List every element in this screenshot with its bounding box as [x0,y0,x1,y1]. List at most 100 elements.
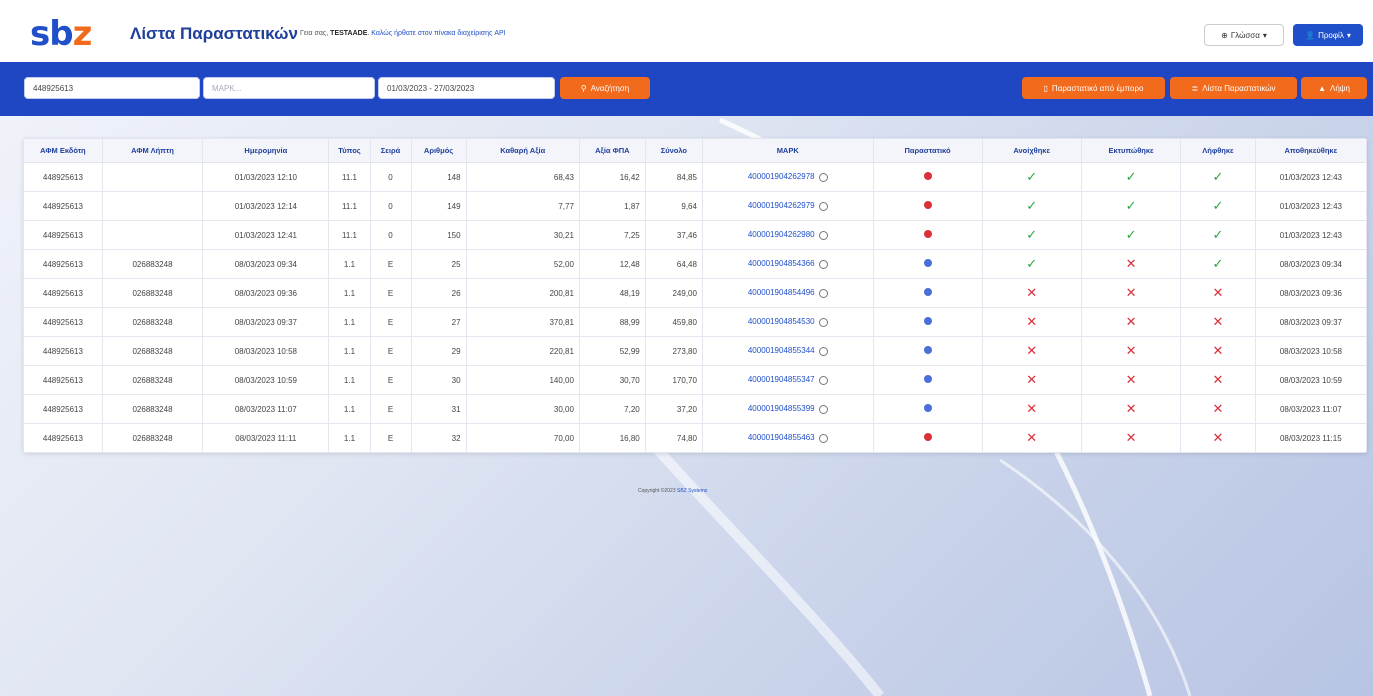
mark-link[interactable]: 400001904854530 [748,317,815,326]
check-icon: ✓ [1026,169,1038,184]
table-row[interactable]: 448925613 026883248 08/03/2023 10:58 1.1 E 29… [23,336,1367,366]
document-cell[interactable] [872,278,983,308]
mark-cell[interactable]: 400001904854496 [701,278,874,308]
series-cell: 0 [369,220,412,250]
mark-cell[interactable]: 400001904854366 [701,249,874,279]
company-link[interactable]: SBZ Systems [677,488,707,494]
mark-cell[interactable]: 400001904855463 [701,423,874,453]
mark-link[interactable]: 400001904854366 [748,259,815,268]
invoice-list-button[interactable]: ≣ Λίστα Παραστατικών [1170,77,1297,99]
view-document-icon[interactable] [923,172,932,180]
table-row[interactable]: 448925613 026883248 08/03/2023 09:36 1.1 E 26… [23,278,1367,308]
document-cell[interactable] [872,452,983,453]
afm-input[interactable]: 448925613 [24,77,200,99]
table-row[interactable]: 448925613 026883248 08/03/2023 09:37 1.1 E 27… [23,307,1367,337]
search-button[interactable]: ⚲ Αναζήτηση [560,77,650,99]
received-status-cell: ✕ [1180,336,1256,366]
column-header[interactable]: ΜΑΡΚ [701,138,874,163]
table-row[interactable]: 448925613 026883248 08/03/2023 11:11 1.1 E 32… [23,423,1367,453]
saved-date-cell: 01/03/2023 12:43 [1254,191,1367,221]
document-cell[interactable] [872,307,983,337]
view-document-icon[interactable] [923,404,932,412]
refresh-icon[interactable] [818,317,828,327]
column-header[interactable]: ΑΦΜ Εκδότη [23,138,103,163]
column-header[interactable]: ΑΦΜ Λήπτη [101,138,204,163]
mark-link[interactable]: 400001904262978 [748,172,815,181]
column-header[interactable]: Τύπος [328,138,371,163]
refresh-icon[interactable] [818,259,828,269]
language-dropdown[interactable]: ⊕ Γλώσσα ▾ [1204,24,1284,46]
refresh-icon[interactable] [818,433,828,443]
document-cell[interactable] [872,365,983,395]
refresh-icon[interactable] [818,172,828,182]
table-row[interactable]: 448925613 026883248 08/03/2023 10:59 1.1 E 30… [23,365,1367,395]
mark-link[interactable]: 400001904855463 [748,433,815,442]
column-header[interactable]: Αξία ΦΠΑ [578,138,646,163]
mark-cell[interactable]: 400001904262979 [701,191,874,221]
column-header[interactable]: Αποθηκεύθηκε [1254,138,1367,163]
mark-link[interactable]: 400001904855347 [748,375,815,384]
column-header[interactable]: Παραστατικό [872,138,983,163]
net-value-cell: 7,77 [465,191,580,221]
mark-link[interactable]: 400001904262980 [748,230,815,239]
mark-cell[interactable]: 400001904262978 [701,162,874,192]
refresh-icon[interactable] [818,230,828,240]
series-cell: E [369,423,412,453]
table-row[interactable]: 448925613 01/03/2023 12:10 11.1 0 148 68,43 16… [23,162,1367,192]
view-document-icon[interactable] [923,346,932,354]
document-cell[interactable] [872,423,983,453]
column-header[interactable]: Εκτυπώθηκε [1080,138,1182,163]
document-cell[interactable] [872,220,983,250]
table-row[interactable]: 448925613 01/03/2023 12:41 11.1 0 150 30,21 7,… [23,220,1367,250]
table-row[interactable]: 448925613 026883248 08/03/2023 09:34 1.1 E 25… [23,249,1367,279]
mark-input[interactable]: ΜΑΡΚ... [203,77,375,99]
date-range-input[interactable]: 01/03/2023 - 27/03/2023 [378,77,555,99]
new-invoice-button[interactable]: ▯ Παραστατικό από έμπορο [1022,77,1165,99]
column-header[interactable]: Σύνολο [644,138,703,163]
net-value-cell: 52,00 [465,249,580,279]
document-cell[interactable] [872,249,983,279]
document-cell[interactable] [872,336,983,366]
document-cell[interactable] [872,394,983,424]
date-cell: 08/03/2023 09:34 [202,249,330,279]
mark-cell[interactable]: 400001904854530 [701,307,874,337]
column-header[interactable]: Ημερομηνία [202,138,330,163]
mark-cell[interactable]: 400001905089439 [701,452,874,453]
view-document-icon[interactable] [923,201,932,209]
printed-status-cell: ✕ [1080,423,1182,453]
refresh-icon[interactable] [818,346,828,356]
column-header[interactable]: Αριθμός [410,138,467,163]
column-header[interactable]: Ανοίχθηκε [981,138,1082,163]
document-cell[interactable] [872,162,983,192]
mark-link[interactable]: 400001904855399 [748,404,815,413]
mark-cell[interactable]: 400001904262980 [701,220,874,250]
mark-link[interactable]: 400001904262979 [748,201,815,210]
refresh-icon[interactable] [818,375,828,385]
refresh-icon[interactable] [818,288,828,298]
receive-button[interactable]: ▲ Λήψη [1301,77,1367,99]
view-document-icon[interactable] [923,375,932,383]
user-menu-button[interactable]: 👤 Προφίλ ▾ [1293,24,1363,46]
document-cell[interactable] [872,191,983,221]
view-document-icon[interactable] [923,288,932,296]
column-header[interactable]: Λήφθηκε [1180,138,1256,163]
refresh-icon[interactable] [818,201,828,211]
view-document-icon[interactable] [923,259,932,267]
view-document-icon[interactable] [923,317,932,325]
column-header[interactable]: Σειρά [369,138,412,163]
mark-cell[interactable]: 400001904855347 [701,365,874,395]
mark-link[interactable]: 400001904854496 [748,288,815,297]
sbz-logo[interactable]: sbz [30,17,92,51]
mark-link[interactable]: 400001904855344 [748,346,815,355]
series-cell: E [369,365,412,395]
view-document-icon[interactable] [923,433,932,441]
view-document-icon[interactable] [923,230,932,238]
column-header[interactable]: Καθαρή Αξία [465,138,580,163]
type-cell: 1.1 [328,394,371,424]
mark-cell[interactable]: 400001904855399 [701,394,874,424]
mark-cell[interactable]: 400001904855344 [701,336,874,366]
table-row[interactable]: 448925613 01/03/2023 12:14 11.1 0 149 7,77 1,8… [23,191,1367,221]
table-row[interactable]: 448925613 026883248 08/03/2023 11:07 1.1 E 31… [23,394,1367,424]
table-row[interactable]: 448925613 14/03/2023 09:5811.1E4149,0035,… [23,452,1367,453]
refresh-icon[interactable] [818,404,828,414]
